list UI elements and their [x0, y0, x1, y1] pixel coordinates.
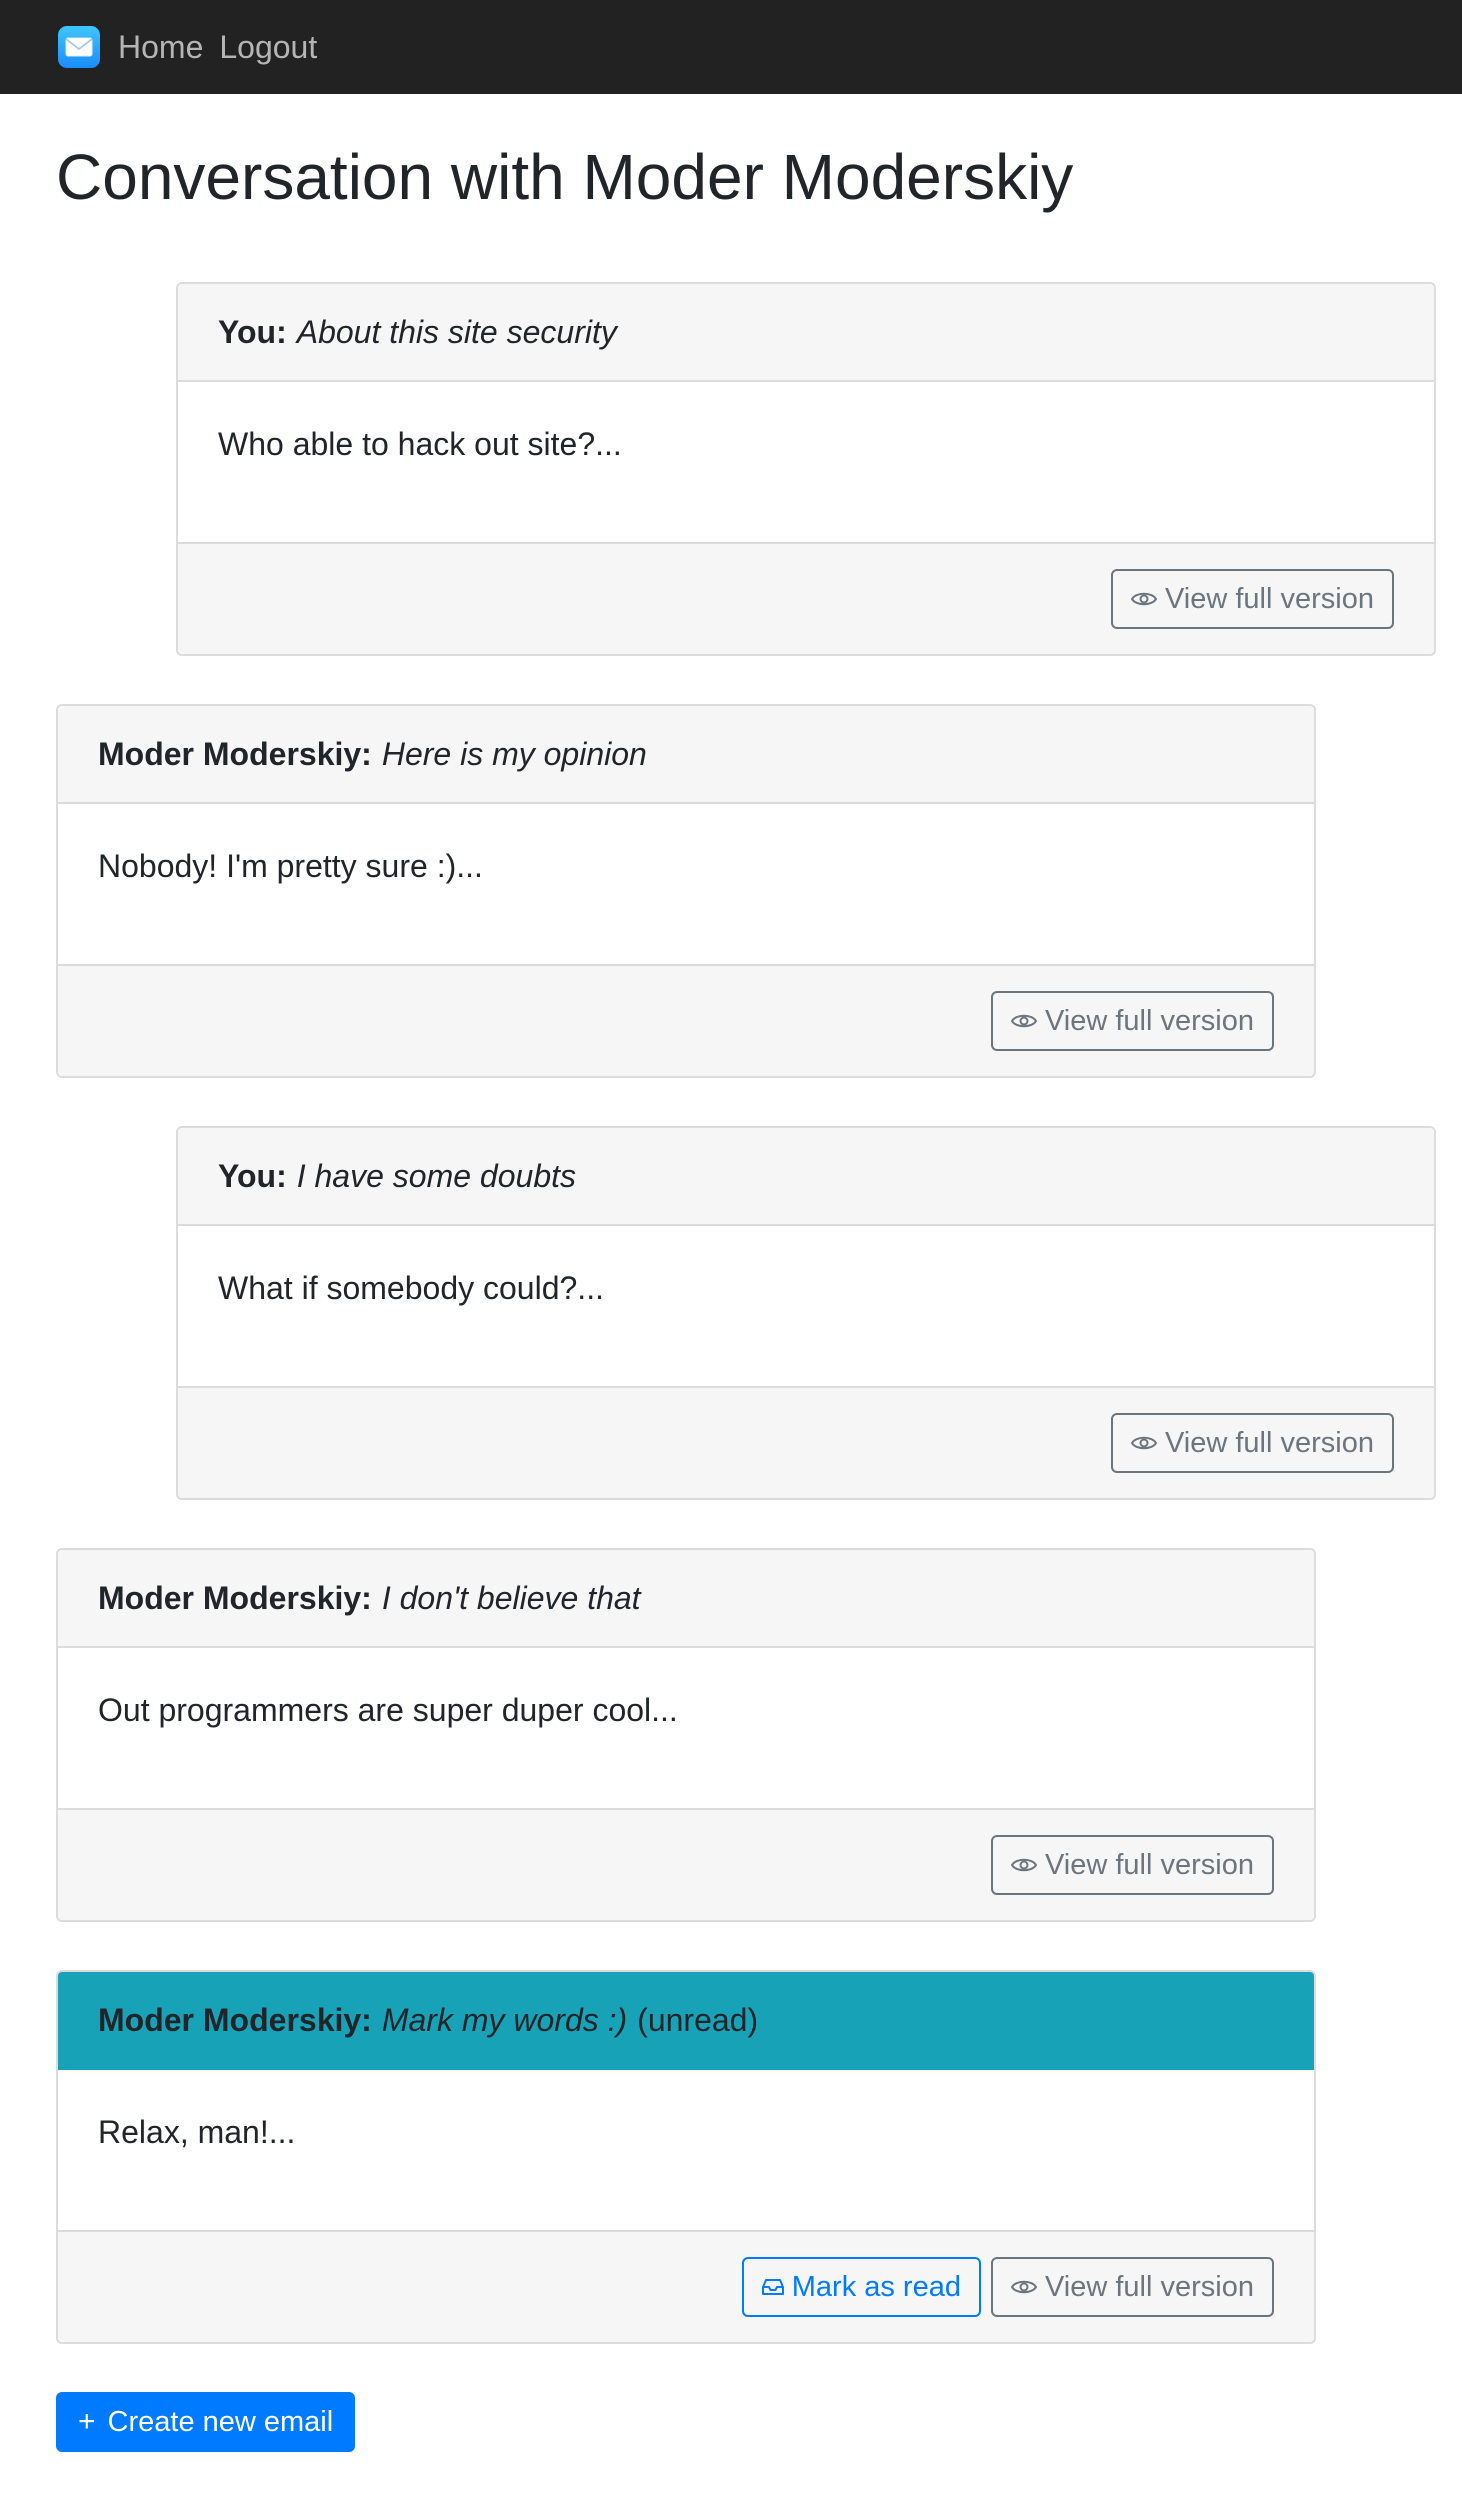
message-preview: Nobody! I'm pretty sure :)...: [58, 804, 1314, 966]
message-footer: Mark as read View full version: [58, 2232, 1314, 2342]
mark-as-read-label: Mark as read: [791, 2270, 961, 2303]
view-full-version-button[interactable]: View full version: [990, 991, 1274, 1051]
unread-status: (unread): [637, 2001, 759, 2038]
message-preview: What if somebody could?...: [178, 1226, 1434, 1388]
message-header: Moder Moderskiy: Here is my opinion: [58, 706, 1314, 804]
eye-icon: [1010, 1012, 1037, 1030]
view-full-version-button[interactable]: View full version: [1110, 569, 1394, 629]
message-subject: I don't believe that: [381, 1579, 641, 1616]
message-preview: Relax, man!...: [58, 2070, 1314, 2232]
create-new-email-label: Create new email: [107, 2405, 334, 2438]
create-new-email-button[interactable]: + Create new email: [56, 2392, 356, 2452]
eye-icon: [1010, 1856, 1037, 1874]
message-card: Moder Moderskiy: Here is my opinion Nobo…: [56, 704, 1316, 1078]
view-full-version-button[interactable]: View full version: [1110, 1413, 1394, 1473]
message-card-unread: Moder Moderskiy: Mark my words :) (unrea…: [56, 1970, 1316, 2344]
message-sender: You:: [218, 313, 287, 350]
eye-icon: [1130, 1434, 1157, 1452]
view-full-version-button[interactable]: View full version: [990, 1835, 1274, 1895]
message-subject: Mark my words :): [381, 2001, 628, 2038]
message-card: You: About this site security Who able t…: [176, 282, 1436, 656]
message-subject: Here is my opinion: [381, 735, 647, 772]
nav-home-link[interactable]: Home: [118, 29, 203, 66]
message-sender: You:: [218, 1157, 287, 1194]
message-preview: Out programmers are super duper cool...: [58, 1648, 1314, 1810]
view-full-version-label: View full version: [1164, 582, 1374, 615]
message-footer: View full version: [178, 544, 1434, 654]
view-full-version-label: View full version: [1044, 2270, 1254, 2303]
message-footer: View full version: [58, 966, 1314, 1076]
view-full-version-button[interactable]: View full version: [990, 2257, 1274, 2317]
view-full-version-label: View full version: [1044, 1004, 1254, 1037]
view-full-version-label: View full version: [1044, 1848, 1254, 1881]
view-full-version-label: View full version: [1164, 1426, 1374, 1459]
inbox-icon: [761, 2278, 784, 2296]
eye-icon: [1010, 2278, 1037, 2296]
plus-icon: +: [78, 2405, 96, 2438]
eye-icon: [1130, 590, 1157, 608]
message-header: You: About this site security: [178, 284, 1434, 382]
message-footer: View full version: [178, 1388, 1434, 1498]
mark-as-read-button[interactable]: Mark as read: [741, 2257, 981, 2317]
message-preview: Who able to hack out site?...: [178, 382, 1434, 544]
envelope-icon[interactable]: [58, 26, 100, 68]
message-header: You: I have some doubts: [178, 1128, 1434, 1226]
message-header: Moder Moderskiy: I don't believe that: [58, 1550, 1314, 1648]
message-subject: About this site security: [296, 313, 617, 350]
page-title: Conversation with Moder Moderskiy: [56, 141, 1074, 213]
message-card: You: I have some doubts What if somebody…: [176, 1126, 1436, 1500]
navbar: Home Logout: [0, 0, 1462, 94]
message-sender: Moder Moderskiy:: [98, 2001, 372, 2038]
message-subject: I have some doubts: [296, 1157, 576, 1194]
message-header: Moder Moderskiy: Mark my words :) (unrea…: [58, 1972, 1314, 2070]
nav-logout-link[interactable]: Logout: [219, 29, 317, 66]
message-sender: Moder Moderskiy:: [98, 735, 372, 772]
message-footer: View full version: [58, 1810, 1314, 1920]
message-card: Moder Moderskiy: I don't believe that Ou…: [56, 1548, 1316, 1922]
message-sender: Moder Moderskiy:: [98, 1579, 372, 1616]
